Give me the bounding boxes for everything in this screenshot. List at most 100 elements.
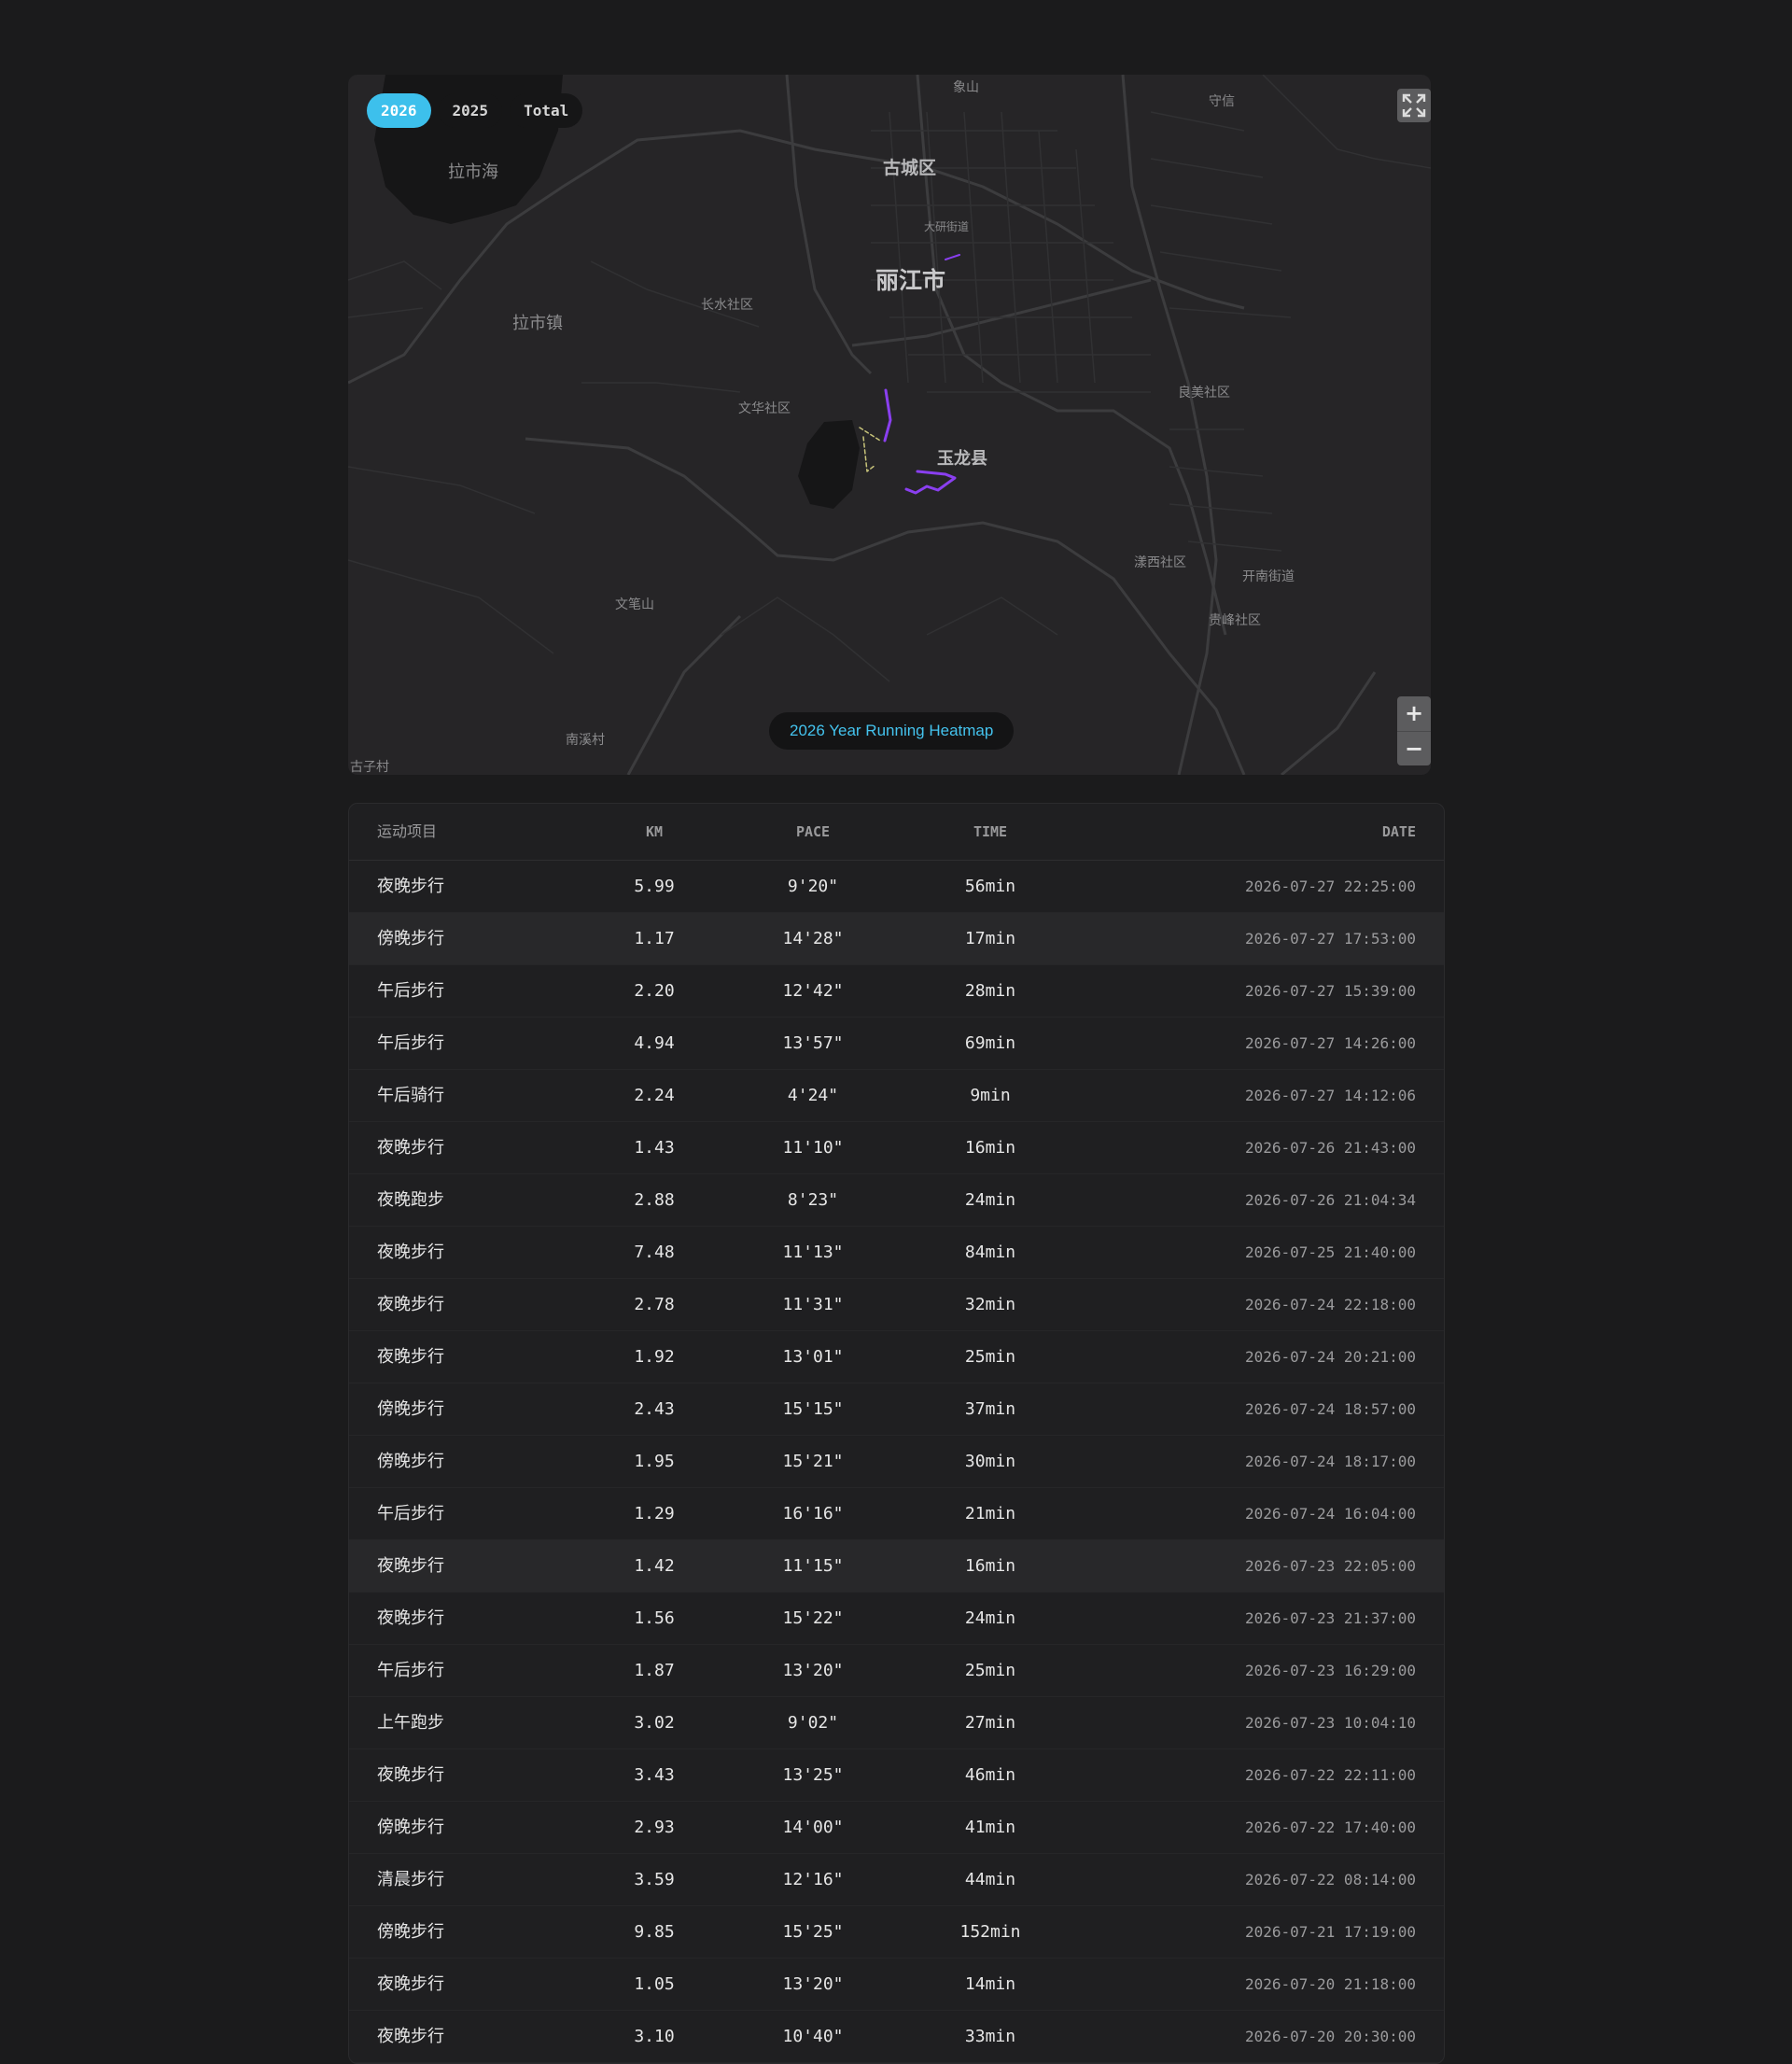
- activity-date: 2026-07-20 20:30:00: [1244, 2028, 1416, 2045]
- activity-pace: 13'01": [782, 1347, 844, 1367]
- activity-km: 1.87: [634, 1661, 675, 1680]
- activity-pace: 4'24": [787, 1086, 839, 1105]
- table-row[interactable]: 上午跑步 3.02 9'02" 27min 2026-07-23 10:04:10: [349, 1697, 1444, 1749]
- table-row[interactable]: 夜晚步行 3.10 10'40" 33min 2026-07-20 20:30:00: [349, 2011, 1444, 2063]
- activity-time: 33min: [964, 2027, 1016, 2046]
- activity-km: 1.92: [634, 1347, 675, 1367]
- activity-date: 2026-07-26 21:04:34: [1244, 1191, 1416, 1209]
- lake-small: [798, 420, 860, 509]
- year-tab-2025[interactable]: 2025: [438, 93, 503, 128]
- activity-pace: 8'23": [787, 1190, 839, 1210]
- table-row[interactable]: 午后步行 2.20 12'42" 28min 2026-07-27 15:39:00: [349, 965, 1444, 1018]
- activity-time: 56min: [964, 877, 1016, 896]
- activity-km: 1.42: [634, 1556, 675, 1576]
- map-label-zizicun: 古子村: [350, 760, 389, 775]
- activity-name: 夜晚步行: [377, 1765, 444, 1785]
- fullscreen-button[interactable]: [1397, 89, 1431, 122]
- header-km[interactable]: KM: [584, 804, 724, 860]
- activity-time: 21min: [964, 1504, 1016, 1523]
- activity-date: 2026-07-27 17:53:00: [1244, 930, 1416, 948]
- map-label-wenhua: 文华社区: [738, 401, 791, 416]
- table-row[interactable]: 清晨步行 3.59 12'16" 44min 2026-07-22 08:14:00: [349, 1854, 1444, 1906]
- main-container: 2026 2025 Total + − 2026 Year Running He…: [348, 75, 1445, 2064]
- table-row[interactable]: 午后步行 1.87 13'20" 25min 2026-07-23 16:29:00: [349, 1645, 1444, 1697]
- activity-pace: 15'22": [782, 1608, 844, 1628]
- table-row[interactable]: 夜晚步行 1.42 11'15" 16min 2026-07-23 22:05:00: [349, 1540, 1444, 1593]
- activity-date: 2026-07-25 21:40:00: [1244, 1243, 1416, 1261]
- year-tab-total[interactable]: Total: [510, 93, 583, 128]
- activity-time: 24min: [964, 1190, 1016, 1210]
- activity-date: 2026-07-26 21:43:00: [1244, 1139, 1416, 1157]
- map-label-nanxicun: 南溪村: [566, 733, 605, 748]
- activity-name: 夜晚步行: [377, 1295, 444, 1314]
- table-row[interactable]: 夜晚步行 1.92 13'01" 25min 2026-07-24 20:21:00: [349, 1331, 1444, 1383]
- header-pace[interactable]: PACE: [724, 804, 902, 860]
- map-label-wenbishan: 文笔山: [615, 597, 654, 612]
- activity-pace: 13'57": [782, 1033, 844, 1053]
- activity-km: 3.43: [634, 1765, 675, 1785]
- activity-name: 午后骑行: [377, 1086, 444, 1105]
- activity-time: 9min: [970, 1086, 1011, 1105]
- table-row[interactable]: 夜晚步行 1.43 11'10" 16min 2026-07-26 21:43:00: [349, 1122, 1444, 1174]
- activity-time: 32min: [964, 1295, 1016, 1314]
- map-label-dayan: 大研街道: [924, 220, 970, 233]
- activity-name: 夜晚步行: [377, 2027, 444, 2046]
- activity-time: 25min: [964, 1661, 1016, 1680]
- activity-name: 傍晚步行: [377, 1399, 444, 1419]
- activity-time: 46min: [964, 1765, 1016, 1785]
- table-row[interactable]: 午后步行 4.94 13'57" 69min 2026-07-27 14:26:00: [349, 1018, 1444, 1070]
- table-row[interactable]: 夜晚步行 2.78 11'31" 32min 2026-07-24 22:18:00: [349, 1279, 1444, 1331]
- activity-pace: 14'28": [782, 929, 844, 948]
- table-row[interactable]: 傍晚步行 1.95 15'21" 30min 2026-07-24 18:17:00: [349, 1436, 1444, 1488]
- table-row[interactable]: 夜晚步行 3.43 13'25" 46min 2026-07-22 22:11:00: [349, 1749, 1444, 1802]
- activity-km: 7.48: [634, 1243, 675, 1262]
- activity-km: 5.99: [634, 877, 675, 896]
- activity-time: 14min: [964, 1974, 1016, 1994]
- activity-date: 2026-07-24 18:57:00: [1244, 1400, 1416, 1418]
- year-tab-2026[interactable]: 2026: [367, 93, 431, 128]
- activity-time: 152min: [959, 1922, 1021, 1942]
- table-row[interactable]: 夜晚步行 5.99 9'20" 56min 2026-07-27 22:25:00: [349, 861, 1444, 913]
- activity-date: 2026-07-21 17:19:00: [1244, 1923, 1416, 1941]
- table-row[interactable]: 午后骑行 2.24 4'24" 9min 2026-07-27 14:12:06: [349, 1070, 1444, 1122]
- activity-time: 84min: [964, 1243, 1016, 1262]
- table-row[interactable]: 傍晚步行 2.93 14'00" 41min 2026-07-22 17:40:00: [349, 1802, 1444, 1854]
- zoom-in-button[interactable]: +: [1397, 696, 1431, 731]
- table-row[interactable]: 夜晚跑步 2.88 8'23" 24min 2026-07-26 21:04:34: [349, 1174, 1444, 1227]
- activity-km: 2.20: [634, 981, 675, 1001]
- activity-name: 夜晚跑步: [377, 1190, 444, 1210]
- activity-date: 2026-07-27 22:25:00: [1244, 878, 1416, 895]
- table-row[interactable]: 夜晚步行 7.48 11'13" 84min 2026-07-25 21:40:00: [349, 1227, 1444, 1279]
- table-row[interactable]: 傍晚步行 1.17 14'28" 17min 2026-07-27 17:53:00: [349, 913, 1444, 965]
- activity-date: 2026-07-24 16:04:00: [1244, 1505, 1416, 1523]
- activity-pace: 13'20": [782, 1974, 844, 1994]
- activity-pace: 11'15": [782, 1556, 844, 1576]
- map-label-guchengqu: 古城区: [883, 158, 937, 178]
- heatmap-map[interactable]: 2026 2025 Total + − 2026 Year Running He…: [348, 75, 1431, 775]
- activity-date: 2026-07-23 21:37:00: [1244, 1609, 1416, 1627]
- table-row[interactable]: 傍晚步行 9.85 15'25" 152min 2026-07-21 17:19:00: [349, 1906, 1444, 1959]
- header-name[interactable]: 运动项目: [349, 804, 584, 860]
- activity-pace: 10'40": [782, 2027, 844, 2046]
- activity-date: 2026-07-24 18:17:00: [1244, 1453, 1416, 1470]
- table-row[interactable]: 夜晚步行 1.05 13'20" 14min 2026-07-20 21:18:00: [349, 1959, 1444, 2011]
- table-row[interactable]: 午后步行 1.29 16'16" 21min 2026-07-24 16:04:00: [349, 1488, 1444, 1540]
- map-label-xiangshan: 象山: [953, 80, 979, 95]
- activity-date: 2026-07-27 14:12:06: [1244, 1087, 1416, 1104]
- activity-date: 2026-07-27 14:26:00: [1244, 1034, 1416, 1052]
- table-row[interactable]: 夜晚步行 1.56 15'22" 24min 2026-07-23 21:37:00: [349, 1593, 1444, 1645]
- activity-date: 2026-07-22 22:11:00: [1244, 1766, 1416, 1784]
- header-date[interactable]: DATE: [1079, 804, 1444, 860]
- activity-time: 25min: [964, 1347, 1016, 1367]
- activity-km: 2.43: [634, 1399, 675, 1419]
- map-label-guifeng: 贵峰社区: [1209, 613, 1261, 628]
- zoom-out-button[interactable]: −: [1397, 732, 1431, 766]
- activity-name: 夜晚步行: [377, 1138, 444, 1158]
- header-time[interactable]: TIME: [902, 804, 1079, 860]
- table-row[interactable]: 傍晚步行 2.43 15'15" 37min 2026-07-24 18:57:00: [349, 1383, 1444, 1436]
- heatmap-caption: 2026 Year Running Heatmap: [769, 712, 1015, 750]
- activity-pace: 12'16": [782, 1870, 844, 1889]
- activity-time: 16min: [964, 1556, 1016, 1576]
- activity-pace: 12'42": [782, 981, 844, 1001]
- activity-pace: 11'13": [782, 1243, 844, 1262]
